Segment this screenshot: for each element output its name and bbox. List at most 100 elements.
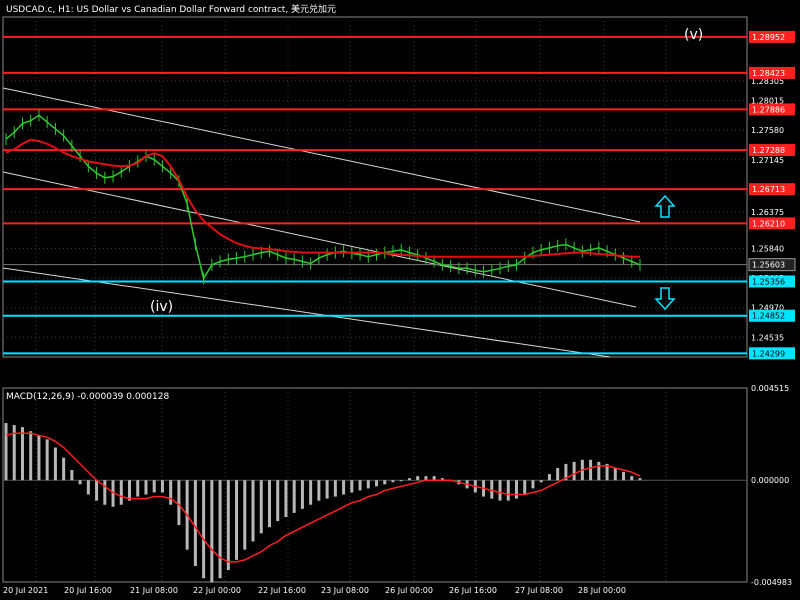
chart-title: USDCAD.c, H1: US Dollar vs Canadian Doll… — [6, 3, 336, 15]
macd-bar-5 — [45, 439, 49, 481]
time-tick-8: 27 Jul 08:00 — [515, 586, 563, 595]
macd-bar-77 — [638, 478, 642, 481]
macd-bar-10 — [86, 480, 90, 495]
macd-bar-42 — [350, 480, 354, 493]
macd-bar-75 — [622, 472, 626, 481]
macd-bar-69 — [572, 461, 576, 481]
price-tick-3: 1.27145 — [751, 156, 784, 165]
macd-signal-line — [5, 432, 641, 563]
macd-bar-66 — [547, 474, 551, 481]
macd-bar-7 — [62, 457, 66, 481]
macd-bar-19 — [160, 480, 164, 493]
time-tick-2: 21 Jul 08:00 — [130, 586, 178, 595]
time-tick-0: 20 Jul 2021 — [3, 586, 48, 595]
macd-bar-48 — [399, 480, 403, 482]
macd-bar-72 — [597, 461, 601, 481]
macd-bar-24 — [202, 480, 206, 579]
arrow-down-icon — [654, 287, 676, 311]
level-label-2: 1.27886 — [752, 105, 785, 114]
time-tick-7: 26 Jul 16:00 — [449, 586, 497, 595]
time-tick-6: 26 Jul 00:00 — [385, 586, 433, 595]
macd-bar-9 — [78, 480, 82, 485]
macd-bar-4 — [37, 435, 41, 481]
channel-line-1 — [2, 171, 637, 308]
macd-bar-61 — [506, 480, 510, 501]
macd-bar-62 — [514, 480, 518, 499]
level-label-4: 1.26713 — [752, 185, 785, 194]
macd-bar-74 — [613, 467, 617, 481]
price-tick-4: 1.26375 — [751, 208, 784, 217]
macd-bar-44 — [366, 480, 370, 489]
macd-tick-2: -0.004983 — [751, 578, 792, 587]
macd-bar-17 — [144, 480, 148, 495]
macd-bar-2 — [20, 427, 24, 481]
macd-bar-33 — [276, 480, 280, 522]
macd-bar-36 — [300, 480, 304, 509]
macd-bar-0 — [4, 423, 8, 481]
level-label-5: 1.26210 — [752, 219, 785, 228]
macd-bar-38 — [317, 480, 321, 501]
macd-bar-35 — [292, 480, 296, 513]
macd-bar-64 — [531, 480, 535, 489]
macd-bar-76 — [630, 476, 634, 481]
time-tick-3: 22 Jul 00:00 — [193, 586, 241, 595]
macd-bar-11 — [95, 480, 99, 501]
macd-bar-31 — [259, 480, 263, 534]
macd-bar-40 — [333, 480, 337, 497]
arrow-up-icon — [654, 194, 676, 218]
macd-tick-0: 0.004515 — [751, 384, 789, 393]
macd-bar-20 — [169, 480, 173, 505]
level-label-7: 1.24852 — [752, 312, 785, 321]
level-label-8: 1.24299 — [752, 349, 785, 358]
macd-bar-23 — [193, 480, 197, 567]
macd-bar-47 — [391, 480, 395, 483]
macd-bar-46 — [383, 480, 387, 485]
macd-bar-25 — [210, 480, 214, 583]
macd-tick-1: 0.000000 — [751, 476, 789, 485]
macd-bar-45 — [375, 480, 379, 487]
macd-bar-65 — [539, 480, 543, 483]
macd-bar-43 — [358, 480, 362, 491]
macd-bar-37 — [309, 480, 313, 505]
macd-bar-32 — [267, 480, 271, 528]
macd-bar-71 — [589, 459, 593, 481]
macd-label: MACD(12,26,9) -0.000039 0.000128 — [6, 392, 169, 402]
level-label-3: 1.27288 — [752, 146, 785, 155]
wave-label-iv: (iv) — [150, 299, 173, 315]
macd-bar-8 — [70, 470, 74, 481]
macd-bar-26 — [218, 480, 222, 579]
time-tick-5: 23 Jul 08:00 — [321, 586, 369, 595]
time-tick-4: 22 Jul 16:00 — [258, 586, 306, 595]
moving-average-line — [5, 138, 640, 258]
macd-bar-3 — [29, 431, 33, 481]
macd-bar-16 — [136, 480, 140, 497]
price-tick-2: 1.27580 — [751, 126, 784, 135]
macd-bar-18 — [152, 480, 156, 493]
price-line — [5, 114, 641, 281]
macd-bar-39 — [325, 480, 329, 499]
macd-bar-27 — [226, 480, 230, 571]
macd-bar-50 — [416, 476, 420, 481]
level-label-0: 1.28952 — [752, 33, 785, 42]
time-tick-1: 20 Jul 16:00 — [64, 586, 112, 595]
macd-pane-frame — [2, 387, 748, 583]
level-label-1: 1.28423 — [752, 69, 785, 78]
level-label-6: 1.25356 — [752, 277, 785, 286]
macd-bar-21 — [177, 480, 181, 526]
macd-bar-14 — [119, 480, 123, 505]
price-chart[interactable]: 1.283051.280151.275801.271451.263751.258… — [0, 0, 800, 600]
macd-bar-6 — [53, 447, 57, 481]
macd-bar-34 — [284, 480, 288, 517]
macd-bar-30 — [251, 480, 255, 542]
price-pane-frame — [2, 16, 748, 358]
macd-bar-12 — [103, 480, 107, 505]
macd-bar-29 — [243, 480, 247, 550]
price-tick-5: 1.25840 — [751, 245, 784, 254]
wave-label-v: (v) — [684, 27, 703, 43]
price-tick-8: 1.24535 — [751, 333, 784, 342]
macd-bar-49 — [407, 478, 411, 481]
macd-bar-67 — [556, 467, 560, 481]
current-price-label: 1.25603 — [752, 261, 785, 270]
channel-line-0 — [2, 87, 641, 223]
time-tick-9: 28 Jul 00:00 — [578, 586, 626, 595]
